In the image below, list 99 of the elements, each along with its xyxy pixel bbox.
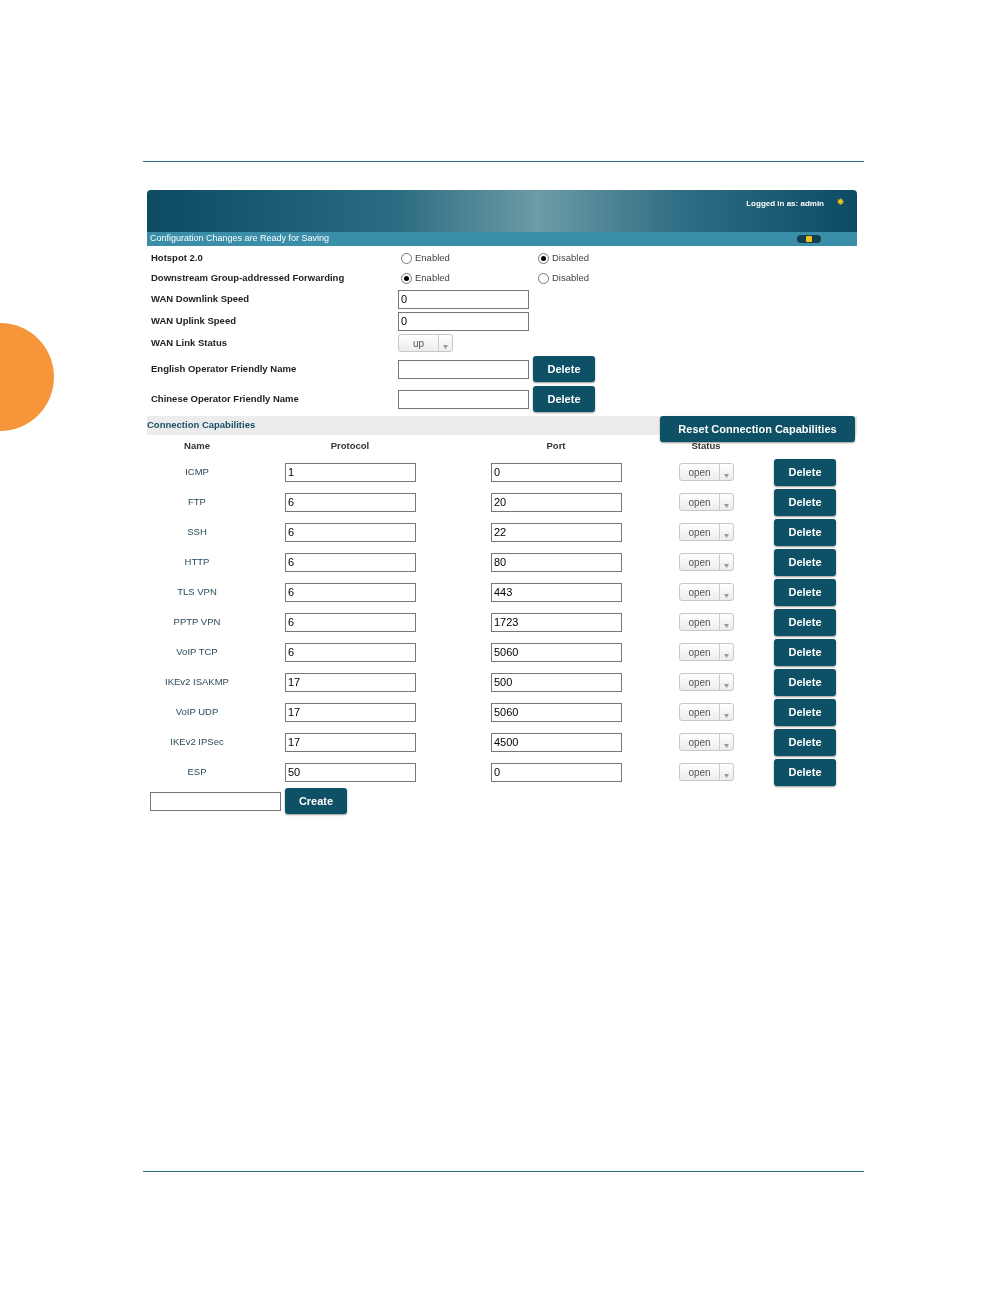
setting-label: WAN Uplink Speed — [151, 313, 237, 328]
section-title: Connection Capabilities — [147, 418, 256, 433]
table-cell-text: VoIP TCP — [175, 644, 219, 659]
radio-label: Disabled — [552, 250, 589, 265]
dropdown[interactable]: open — [679, 673, 734, 691]
dropdown[interactable]: open — [679, 523, 734, 541]
caret-icon — [724, 534, 729, 538]
dropdown[interactable]: open — [679, 733, 734, 751]
input-field[interactable]: 5060 — [491, 642, 622, 662]
setting-label: WAN Link Status — [151, 335, 228, 350]
input-field[interactable]: 0 — [398, 311, 529, 331]
delete-button[interactable]: Delete — [774, 668, 836, 696]
table-cell-text: FTP — [187, 494, 207, 509]
radio-button[interactable] — [538, 272, 549, 284]
caret-icon — [724, 594, 729, 598]
caret-icon — [443, 345, 448, 349]
dropdown[interactable]: open — [679, 463, 734, 481]
delete-button[interactable]: Delete — [774, 758, 836, 786]
status-message: Configuration Changes are Ready for Saving — [150, 232, 330, 246]
input-field[interactable] — [150, 791, 281, 811]
setting-label: Hotspot 2.0 — [151, 250, 204, 265]
setting-label: WAN Downlink Speed — [151, 291, 251, 306]
input-field[interactable]: 50 — [285, 762, 416, 782]
radio-button[interactable] — [401, 252, 412, 264]
setting-label: English Operator Friendly Name — [151, 361, 298, 376]
column-header: Name — [183, 438, 211, 453]
table-cell-text: IKEv2 IPSec — [169, 734, 225, 749]
input-field[interactable]: 500 — [491, 672, 622, 692]
input-field[interactable]: 1723 — [491, 612, 622, 632]
input-field[interactable]: 5060 — [491, 702, 622, 722]
delete-button[interactable]: Delete — [774, 458, 836, 486]
input-field[interactable]: 443 — [491, 582, 622, 602]
input-field[interactable]: 20 — [491, 492, 622, 512]
input-field[interactable]: 6 — [285, 522, 416, 542]
setting-label: Chinese Operator Friendly Name — [151, 391, 300, 406]
input-field[interactable] — [398, 389, 529, 409]
dropdown[interactable]: open — [679, 493, 734, 511]
radio-label: Enabled — [415, 270, 450, 285]
column-header: Protocol — [329, 438, 371, 453]
input-field[interactable]: 0 — [398, 289, 529, 309]
setting-label: Downstream Group-addressed Forwarding — [151, 270, 346, 285]
radio-label: Disabled — [552, 270, 589, 285]
delete-button[interactable]: Delete — [774, 608, 836, 636]
table-cell-text: VoIP UDP — [174, 704, 220, 719]
table-cell-text: TLS VPN — [176, 584, 218, 599]
input-field[interactable]: 4500 — [491, 732, 622, 752]
input-field[interactable]: 6 — [285, 582, 416, 602]
delete-button[interactable]: Delete — [774, 698, 836, 726]
delete-button[interactable]: Delete — [533, 386, 595, 412]
delete-button[interactable]: Delete — [774, 488, 836, 516]
table-cell-text: ESP — [186, 764, 208, 779]
table-cell-text: ICMP — [184, 464, 210, 479]
caret-icon — [724, 624, 729, 628]
dropdown[interactable]: open — [679, 553, 734, 571]
caret-icon — [724, 744, 729, 748]
input-field[interactable]: 6 — [285, 642, 416, 662]
table-cell-text: PPTP VPN — [172, 614, 222, 629]
input-field[interactable] — [398, 359, 529, 379]
dropdown[interactable]: up — [398, 334, 453, 352]
radio-button[interactable] — [401, 272, 412, 284]
dropdown[interactable]: open — [679, 613, 734, 631]
caret-icon — [724, 774, 729, 778]
input-field[interactable]: 0 — [491, 762, 622, 782]
delete-button[interactable]: Delete — [533, 356, 595, 382]
dropdown[interactable]: open — [679, 703, 734, 721]
delete-button[interactable]: Delete — [774, 728, 836, 756]
delete-button[interactable]: Delete — [774, 518, 836, 546]
input-field[interactable]: 22 — [491, 522, 622, 542]
login-status: Logged in as: admin — [746, 198, 824, 210]
input-field[interactable]: 0 — [491, 462, 622, 482]
caret-icon — [724, 564, 729, 568]
table-cell-text: IKEv2 ISAKMP — [164, 674, 230, 689]
save-icon[interactable] — [797, 235, 821, 243]
input-field[interactable]: 1 — [285, 462, 416, 482]
caret-icon — [724, 684, 729, 688]
radio-label: Enabled — [415, 250, 450, 265]
dropdown[interactable]: open — [679, 643, 734, 661]
input-field[interactable]: 6 — [285, 492, 416, 512]
create-button[interactable]: Create — [285, 788, 347, 814]
delete-button[interactable]: Delete — [774, 548, 836, 576]
column-header: Port — [545, 438, 567, 453]
input-field[interactable]: 17 — [285, 672, 416, 692]
caret-icon — [724, 504, 729, 508]
caret-icon — [724, 714, 729, 718]
dropdown[interactable]: open — [679, 763, 734, 781]
input-field[interactable]: 6 — [285, 612, 416, 632]
radio-button[interactable] — [538, 252, 549, 264]
input-field[interactable]: 6 — [285, 552, 416, 572]
input-field[interactable]: 80 — [491, 552, 622, 572]
caret-icon — [724, 474, 729, 478]
table-cell-text: HTTP — [183, 554, 211, 569]
delete-button[interactable]: Delete — [774, 638, 836, 666]
input-field[interactable]: 17 — [285, 702, 416, 722]
table-cell-text: SSH — [186, 524, 208, 539]
caret-icon — [724, 654, 729, 658]
delete-button[interactable]: Delete — [774, 578, 836, 606]
reset-button[interactable]: Reset Connection Capabilities — [660, 416, 855, 442]
input-field[interactable]: 17 — [285, 732, 416, 752]
dropdown[interactable]: open — [679, 583, 734, 601]
